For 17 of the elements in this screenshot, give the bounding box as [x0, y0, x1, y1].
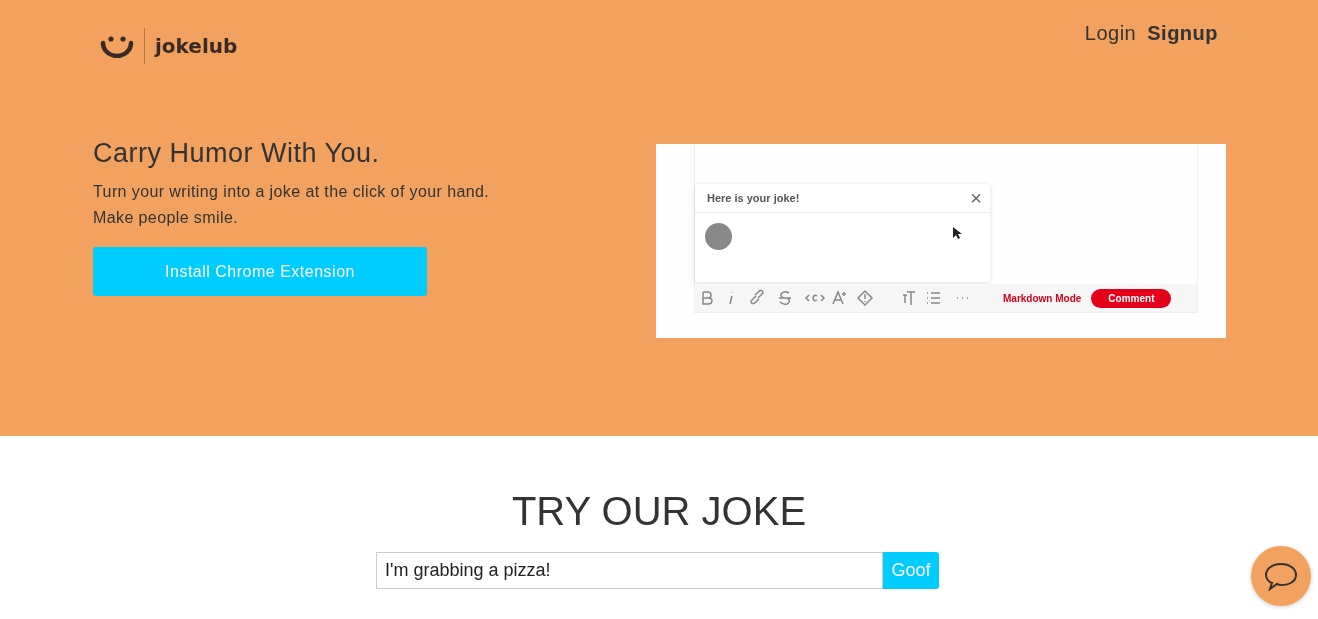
comment-button[interactable]: Comment — [1091, 288, 1172, 308]
hero-text: Turn your writing into a joke at the click of your hand. — [93, 182, 490, 202]
chat-button[interactable] — [1251, 546, 1311, 606]
speech-bubble-icon — [1263, 561, 1299, 591]
section-title: TRY OUR JOKE — [510, 488, 808, 534]
login-link[interactable]: Login — [1084, 22, 1137, 45]
signup-link[interactable]: Signup — [1147, 22, 1218, 45]
close-icon[interactable]: × — [970, 190, 982, 206]
markdown-mode-link[interactable]: Markdown Mode — [1003, 292, 1082, 304]
hero-title: Carry Humor With You. — [93, 138, 381, 169]
cursor-icon — [953, 227, 962, 240]
logo-text[interactable]: jokelub — [155, 34, 238, 58]
joke-input-field[interactable]: I'm grabbing a pizza! — [376, 552, 883, 589]
popup-title: Here is your joke! — [707, 192, 800, 204]
smiley-icon — [100, 34, 134, 58]
avatar-icon — [705, 223, 732, 250]
hero-text: Make people smile. — [93, 208, 240, 228]
